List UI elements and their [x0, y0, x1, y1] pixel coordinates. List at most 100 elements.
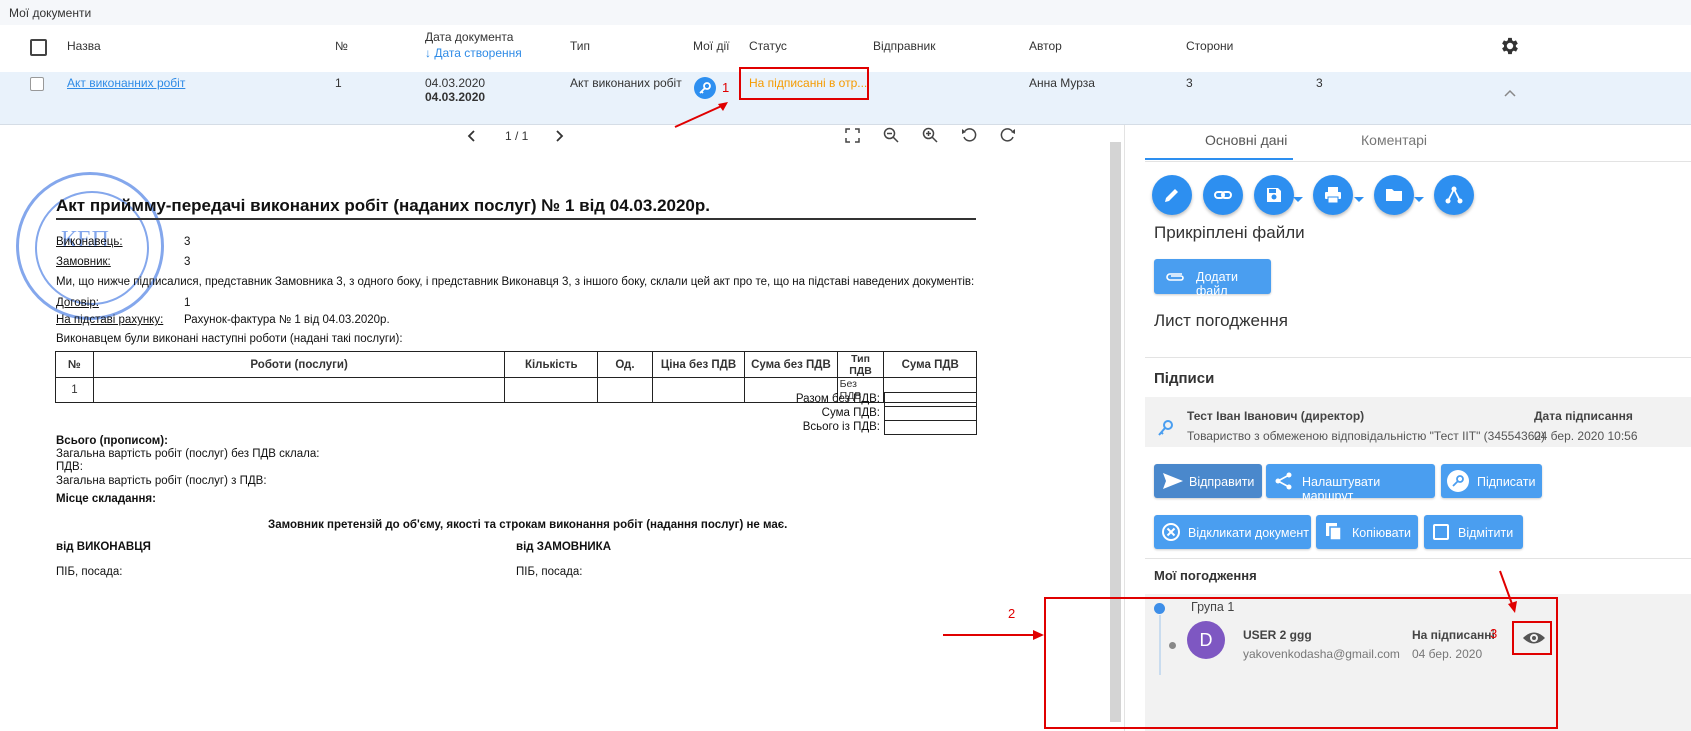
col-parties[interactable]: Сторони — [1186, 39, 1233, 53]
from-executor: від ВИКОНАВЦЯ — [56, 541, 151, 553]
key-icon — [1158, 420, 1173, 436]
checkbox-icon — [1433, 524, 1449, 540]
col-author[interactable]: Автор — [1029, 39, 1062, 53]
sign-button[interactable]: Підписати — [1441, 464, 1542, 498]
preamble: Ми, що нижче підписалися, представник За… — [56, 276, 975, 288]
col-doc-date[interactable]: Дата документа — [425, 30, 513, 44]
mark-button[interactable]: Відмітити — [1424, 515, 1523, 549]
td-number: 1 — [55, 377, 94, 403]
annotation-number-1: 1 — [722, 80, 730, 95]
document-number: 1 — [335, 76, 342, 90]
copy-label: Копіювати — [1352, 526, 1412, 540]
gear-icon[interactable] — [1499, 35, 1521, 57]
page-indicator: 1 / 1 — [505, 129, 529, 143]
section-divider — [1145, 357, 1691, 358]
eye-highlight-box — [1512, 621, 1552, 655]
parties-count-a: 3 — [1186, 76, 1193, 90]
rotate-right-icon[interactable] — [1000, 127, 1016, 143]
active-tab-indicator — [1145, 158, 1293, 160]
vat-sum-cell — [884, 406, 977, 421]
status-highlight-box — [739, 67, 869, 100]
created-date: 04.03.2020 — [425, 90, 486, 104]
share-icon — [1275, 472, 1292, 490]
approvals-divider — [1145, 558, 1691, 559]
paperclip-icon — [1166, 273, 1184, 281]
col-number[interactable]: № — [335, 39, 348, 53]
approval-sheet-heading: Лист погодження — [1154, 311, 1288, 330]
col-type[interactable]: Тип — [570, 39, 590, 53]
works-intro: Виконавцем були виконані наступні роботи… — [56, 333, 403, 345]
link-button[interactable] — [1203, 175, 1243, 215]
sign-label: Підписати — [1477, 475, 1536, 489]
sign-date-label: Дата підписання — [1534, 409, 1633, 423]
document-author: Анна Мурза — [1029, 76, 1095, 90]
route-button[interactable] — [1434, 175, 1474, 215]
key-icon — [1452, 475, 1464, 487]
executor-value: 3 — [184, 236, 191, 248]
save-dropdown-chevron-icon[interactable] — [1293, 197, 1303, 202]
sign-badge — [1447, 470, 1469, 492]
route-settings-button[interactable]: Налаштувати маршрут — [1266, 464, 1435, 503]
send-label: Відправити — [1189, 475, 1255, 489]
zoom-in-icon[interactable] — [922, 127, 938, 143]
signatures-heading: Підписи — [1154, 370, 1215, 387]
vat-sum-label: Сума ПДВ: — [821, 407, 880, 419]
total-with-vat-cell — [884, 420, 977, 435]
save-button[interactable] — [1254, 175, 1294, 215]
signature-card: Тест Іван Іванович (директор) Товариство… — [1145, 397, 1691, 447]
folder-button[interactable] — [1374, 175, 1414, 215]
annotation-arrow-2-icon — [943, 630, 1044, 640]
title-underline — [56, 218, 976, 220]
th-vat-sum: Сума ПДВ — [883, 351, 977, 378]
tab-main-data[interactable]: Основні дані — [1205, 132, 1287, 148]
invoice-value: Рахунок-фактура № 1 від 04.03.2020р. — [184, 314, 390, 326]
contract-label: Договір: — [56, 297, 99, 309]
revoke-document-button[interactable]: Відкликати документ — [1154, 515, 1311, 549]
col-name[interactable]: Назва — [67, 39, 101, 53]
print-button[interactable] — [1313, 175, 1353, 215]
no-claims-text: Замовник претензій до об'єму, якості та … — [268, 519, 788, 531]
name-position-executor: ПІБ, посада: — [56, 566, 123, 578]
th-number: № — [55, 351, 94, 378]
attached-files-heading: Прикріплені файли — [1154, 223, 1305, 242]
folder-dropdown-chevron-icon[interactable] — [1414, 197, 1424, 202]
rotate-left-icon[interactable] — [961, 127, 977, 143]
tab-comments[interactable]: Коментарі — [1361, 132, 1427, 148]
tabs-divider — [1145, 161, 1691, 162]
th-works: Роботи (послуги) — [92, 351, 506, 378]
send-icon — [1163, 473, 1183, 489]
total-no-vat-cell — [884, 392, 977, 407]
print-dropdown-chevron-icon[interactable] — [1354, 197, 1364, 202]
zoom-out-icon[interactable] — [883, 127, 899, 143]
annotation-number-2: 2 — [1008, 606, 1016, 621]
send-button[interactable]: Відправити — [1154, 464, 1262, 498]
table-header: Назва № Дата документа ↓ Дата створення … — [0, 25, 1691, 73]
customer-label: Замовник: — [56, 256, 111, 268]
prev-page-icon[interactable] — [466, 129, 478, 143]
col-created-date-sort[interactable]: ↓ Дата створення — [425, 46, 522, 60]
total-cost-no-vat: Загальна вартість робіт (послуг) без ПДВ… — [56, 448, 320, 460]
approval-highlight-box — [1044, 597, 1558, 729]
fullscreen-icon[interactable] — [845, 128, 860, 143]
edit-button[interactable] — [1152, 175, 1192, 215]
cancel-circle-icon — [1162, 523, 1180, 541]
add-file-button[interactable]: Додати файл — [1154, 259, 1271, 298]
total-cost-vat: Загальна вартість робіт (послуг) з ПДВ: — [56, 475, 267, 487]
col-status[interactable]: Статус — [749, 39, 787, 53]
col-sender[interactable]: Відправник — [873, 39, 935, 53]
copy-button[interactable]: Копіювати — [1316, 515, 1418, 549]
td-works — [92, 377, 506, 403]
copy-icon — [1326, 523, 1342, 541]
chevron-up-icon[interactable] — [1503, 88, 1517, 98]
document-date: 04.03.2020 — [425, 76, 486, 90]
route-settings-label: Налаштувати маршрут — [1302, 475, 1381, 503]
th-sum: Сума без ПДВ — [744, 351, 838, 378]
document-name-link[interactable]: Акт виконанних робіт — [67, 76, 185, 90]
next-page-icon[interactable] — [553, 129, 565, 143]
row-checkbox[interactable] — [30, 77, 44, 91]
total-with-vat-label: Всього із ПДВ: — [802, 421, 880, 433]
select-all-checkbox[interactable] — [30, 39, 47, 56]
td-quantity — [504, 377, 599, 403]
my-approvals-heading: Мої погодження — [1154, 568, 1257, 583]
col-my-actions[interactable]: Мої дії — [693, 39, 729, 53]
